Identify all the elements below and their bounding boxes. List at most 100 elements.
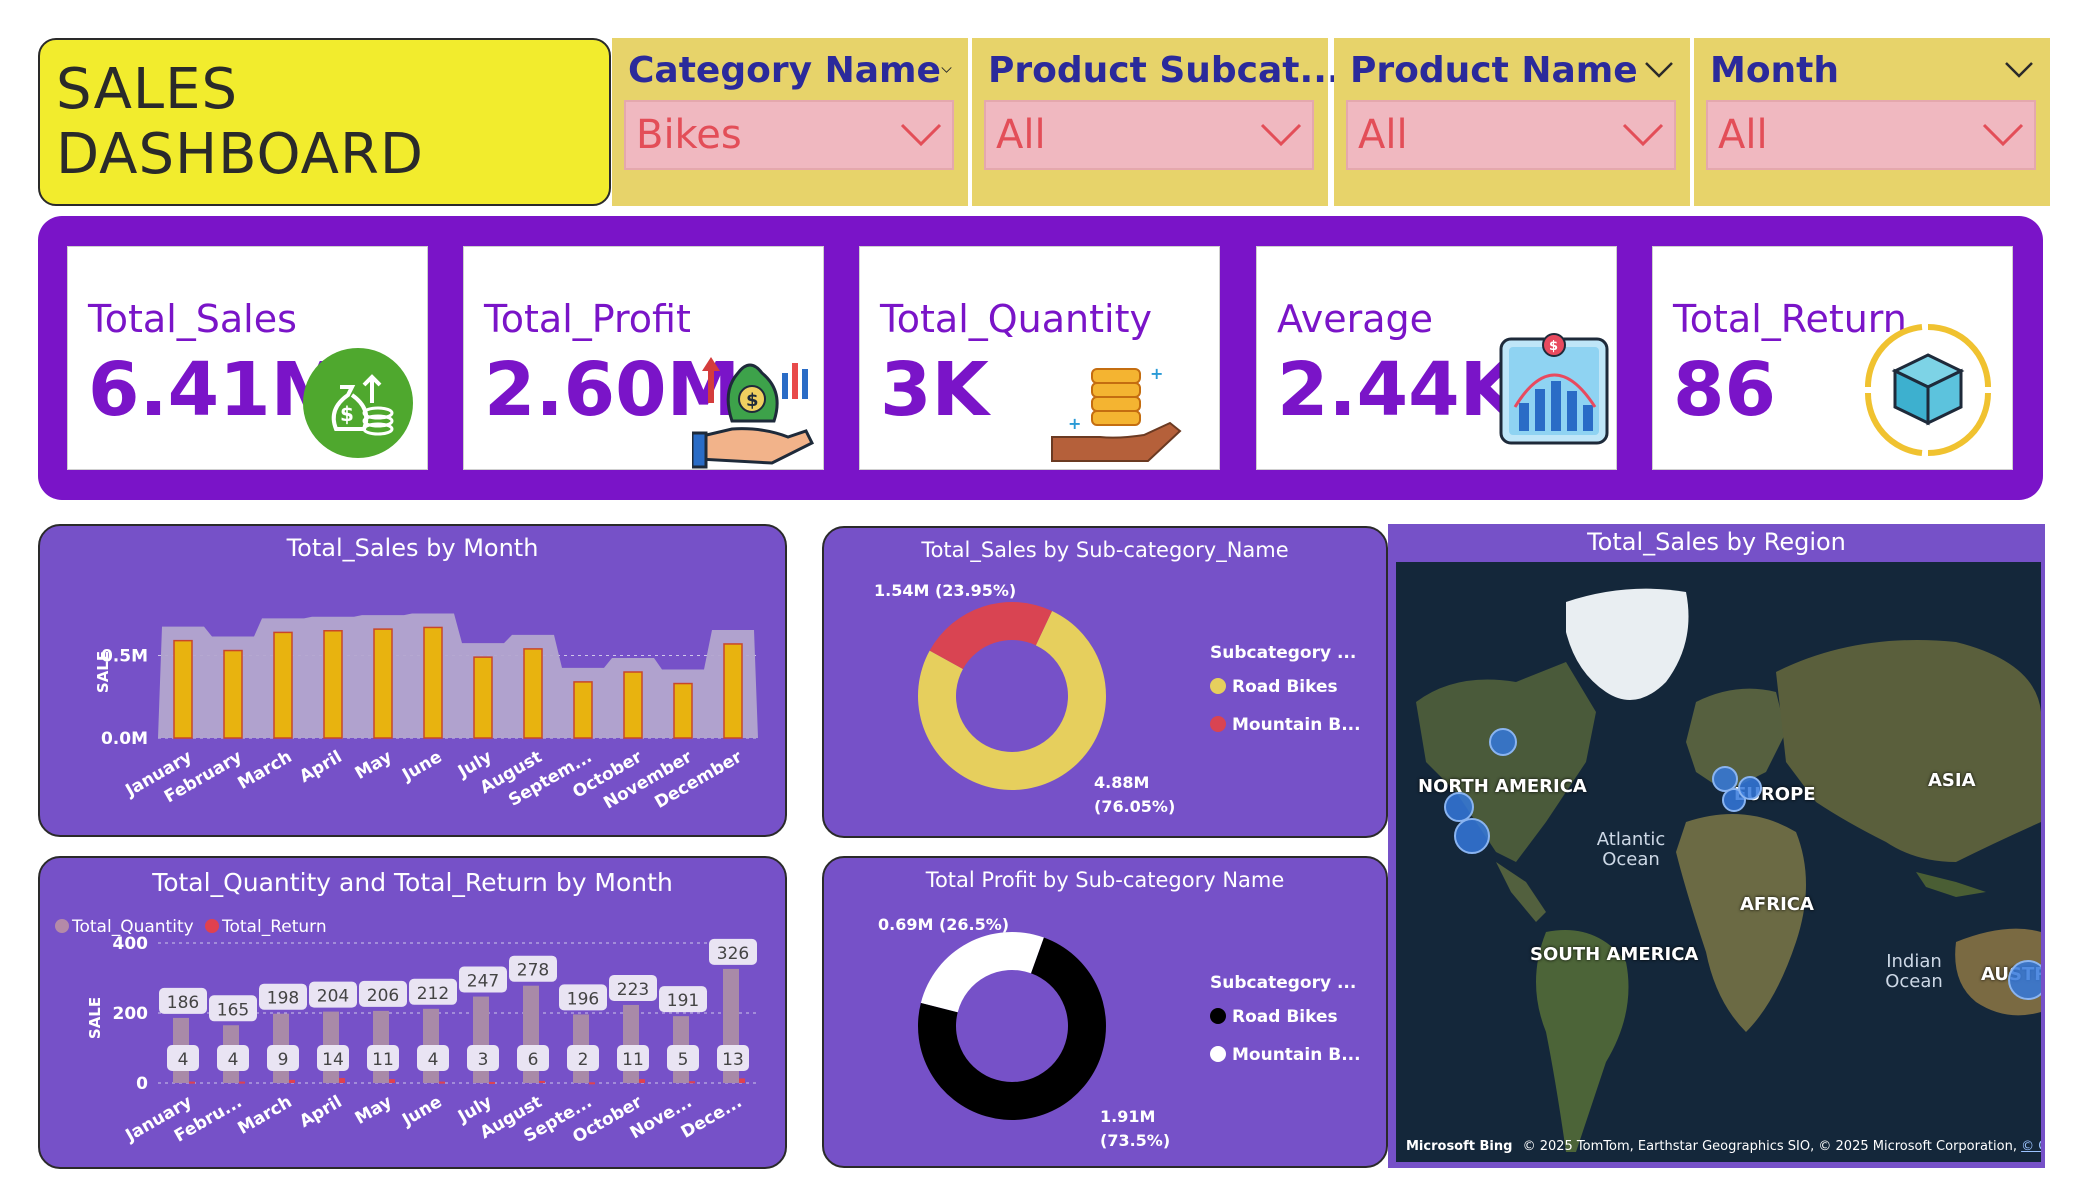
bar-return	[489, 1081, 495, 1084]
bar-return	[189, 1081, 195, 1084]
data-label-return: 4	[178, 1050, 189, 1070]
bar	[473, 656, 493, 739]
y-tick-label: 200	[113, 1004, 149, 1024]
bar	[623, 671, 643, 739]
bar-return	[539, 1080, 545, 1083]
data-label-return: 4	[228, 1050, 239, 1070]
openstreetmap-link[interactable]: © OpenStreetMap	[2021, 1139, 2041, 1154]
bar	[423, 626, 443, 739]
data-label: 1.54M (23.95%)	[874, 581, 1016, 600]
quantity-return-chart: 0 200 400 SALE Total_Quantity Total_Return 186…	[55, 917, 758, 1148]
kpi-card-total-return[interactable]: Total_Return 86	[1652, 246, 2013, 470]
data-label-quantity: 326	[717, 944, 749, 964]
data-label-return: 14	[322, 1050, 344, 1070]
ocean-label: Indian Ocean	[1885, 951, 1943, 992]
kpi-card-total-quantity[interactable]: Total_Quantity 3K + +	[859, 246, 1220, 470]
slicer-product-subcategory[interactable]: Product Subcat... All	[972, 38, 1341, 206]
bar-return	[689, 1081, 695, 1084]
data-label-return: 4	[428, 1050, 439, 1070]
legend-label: Total_Quantity	[71, 917, 194, 937]
chevron-down-icon[interactable]	[941, 60, 952, 80]
map-attribution: Microsoft Bing © 2025 TomTom, Earthstar …	[1406, 1139, 2041, 1154]
panel-profit-by-subcategory[interactable]: Total Profit by Sub-category Name Subcat…	[822, 856, 1388, 1168]
svg-text:+: +	[1068, 414, 1081, 433]
map-bubble[interactable]	[2008, 960, 2041, 1000]
data-label-quantity: 186	[167, 993, 199, 1013]
data-label: (76.05%)	[1094, 797, 1175, 816]
slicer-category-name[interactable]: Category Name Bikes	[612, 38, 968, 206]
chevron-down-icon[interactable]	[1622, 122, 1664, 148]
bar	[173, 639, 193, 739]
panel-sales-by-region[interactable]: Total_Sales by Region NORTH AMERICA EURO…	[1388, 524, 2045, 1168]
y-tick-label: 400	[113, 934, 149, 954]
slicer-month[interactable]: Month All	[1694, 38, 2050, 206]
ocean-label: Atlantic Ocean	[1596, 829, 1666, 870]
bar-return	[439, 1081, 445, 1084]
donut-slice	[920, 932, 1044, 1013]
legend-label: Mountain B...	[1232, 715, 1361, 735]
kpi-card-total-sales[interactable]: Total_Sales 6.41M $	[67, 246, 428, 470]
svg-text:$: $	[1549, 339, 1558, 354]
data-label-quantity: 165	[217, 1000, 249, 1020]
slicer-label: Product Subcat...	[988, 49, 1341, 91]
y-axis-label: SALE	[94, 651, 112, 693]
region-label: NORTH AMERICA	[1418, 776, 1587, 797]
map-bubble[interactable]	[1454, 818, 1490, 854]
attribution-text: © 2025 TomTom, Earthstar Geographics SIO…	[1522, 1139, 2017, 1154]
slicer-dropdown[interactable]: All	[1346, 100, 1676, 170]
kpi-value: 3K	[880, 347, 989, 433]
x-tick-label: April	[296, 1092, 345, 1132]
data-label-quantity: 206	[367, 986, 399, 1006]
panel-quantity-return-by-month[interactable]: Total_Quantity and Total_Return by Month…	[38, 856, 787, 1169]
panel-sales-by-month[interactable]: Total_Sales by Month 0.0M 0.5M SALE January…	[38, 524, 787, 837]
bar-return	[639, 1079, 645, 1083]
data-label: (73.5%)	[1100, 1131, 1170, 1150]
legend-label: Total_Return	[221, 917, 327, 937]
chevron-down-icon[interactable]	[900, 122, 942, 148]
x-tick-label: June	[398, 747, 445, 786]
legend-label: Road Bikes	[1232, 1007, 1338, 1027]
slicer-label: Month	[1710, 49, 1840, 91]
chevron-down-icon[interactable]	[1644, 60, 1674, 80]
data-label-return: 6	[528, 1050, 539, 1070]
slicer-dropdown[interactable]: All	[1706, 100, 2036, 170]
bar-return	[239, 1081, 245, 1084]
data-label-quantity: 247	[467, 972, 499, 992]
slicer-label: Product Name	[1350, 49, 1638, 91]
chevron-down-icon[interactable]	[1982, 122, 2024, 148]
kpi-title: Total_Sales	[88, 297, 297, 341]
data-label-return: 2	[578, 1050, 589, 1070]
slicer-value: All	[1358, 112, 1408, 158]
data-label: 4.88M	[1094, 773, 1149, 792]
map-bubble[interactable]	[1738, 776, 1762, 800]
data-label-return: 11	[372, 1050, 394, 1070]
panel-sales-by-subcategory[interactable]: Total_Sales by Sub-category_Name Subcate…	[822, 526, 1388, 838]
bar	[323, 630, 343, 739]
data-label-quantity: 198	[267, 989, 299, 1009]
data-label-quantity: 191	[667, 991, 699, 1011]
bar	[223, 649, 243, 739]
slicer-dropdown[interactable]: Bikes	[624, 100, 954, 170]
bar-chart-icon: $	[1499, 333, 1609, 445]
world-map[interactable]: NORTH AMERICA EUROPE ASIA AFRICA SOUTH A…	[1396, 562, 2041, 1162]
legend-marker	[205, 919, 219, 933]
map-bubble[interactable]	[1489, 728, 1517, 756]
x-tick-label: April	[296, 747, 345, 787]
coins-hand-icon: + +	[1051, 364, 1182, 462]
money-bag-icon: $	[303, 348, 413, 458]
chevron-down-icon[interactable]	[1260, 122, 1302, 148]
slicer-product-name[interactable]: Product Name All	[1334, 38, 1690, 206]
donut-slice	[929, 602, 1053, 669]
kpi-card-total-profit[interactable]: Total_Profit 2.60M $	[463, 246, 824, 470]
svg-text:$: $	[746, 390, 759, 411]
data-label-quantity: 204	[317, 987, 349, 1007]
slicer-value: Bikes	[636, 112, 742, 158]
data-label-quantity: 223	[617, 980, 649, 1000]
slicer-dropdown[interactable]: All	[984, 100, 1314, 170]
chevron-down-icon[interactable]	[2004, 60, 2034, 80]
kpi-card-average[interactable]: Average 2.44K $	[1256, 246, 1617, 470]
legend-marker	[55, 919, 69, 933]
legend-label: Road Bikes	[1232, 677, 1338, 697]
x-tick-label: March	[234, 1092, 295, 1139]
legend-title: Subcategory ...	[1210, 973, 1356, 993]
